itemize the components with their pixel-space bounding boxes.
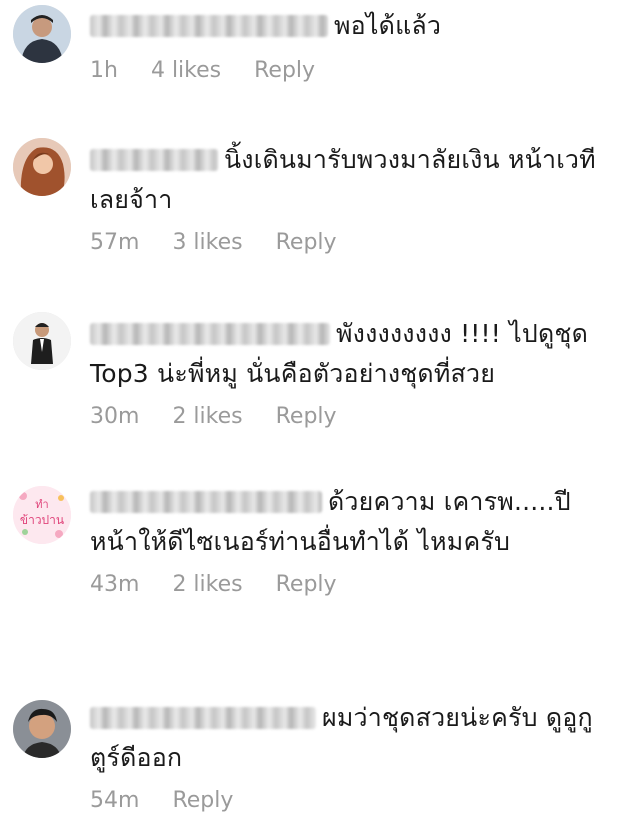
comment-timestamp: 30m	[90, 404, 140, 429]
comment-text: ด้วยความ เคารพ.....ปีหน้าให้ดีไซเนอร์ท่า…	[90, 487, 571, 556]
comment-timestamp: 54m	[90, 788, 140, 813]
avatar[interactable]	[13, 312, 71, 370]
comment-text: พังงงงงงงง !!!! ไปดูชุด Top3 น่ะพี่หมู น…	[90, 319, 588, 388]
blurred-username[interactable]	[90, 707, 316, 729]
avatar[interactable]	[13, 5, 71, 63]
sticker-text-bottom: ข้าวปาน	[20, 513, 64, 527]
reply-button[interactable]: Reply	[276, 230, 337, 255]
blurred-username[interactable]	[90, 491, 322, 513]
comment-meta: 54m Reply	[90, 788, 610, 818]
likes-count[interactable]: 4 likes	[151, 58, 221, 83]
blurred-username[interactable]	[90, 149, 218, 171]
avatar[interactable]	[13, 138, 71, 196]
reply-button[interactable]: Reply	[254, 58, 315, 83]
sticker-avatar-icon: ทำ ข้าวปาน	[13, 486, 71, 544]
comment-text: ผมว่าชุดสวยน่ะครับ ดูอูกูตูร์ดีออก	[90, 703, 593, 772]
comment-text: นิ้งเดินมารับพวงมาลัยเงิน หน้าเวทีเลยจ้า…	[90, 145, 596, 214]
user-avatar-icon	[13, 138, 71, 196]
user-avatar-icon	[13, 312, 71, 370]
likes-count[interactable]: 2 likes	[172, 572, 242, 597]
comment-timestamp: 43m	[90, 572, 140, 597]
blurred-username[interactable]	[90, 15, 328, 37]
reply-button[interactable]: Reply	[276, 404, 337, 429]
comment-meta: 30m 2 likes Reply	[90, 404, 610, 434]
comment-text: พอได้แล้ว	[90, 6, 610, 46]
blurred-username[interactable]	[90, 323, 330, 345]
avatar[interactable]	[13, 700, 71, 758]
reply-button[interactable]: Reply	[172, 788, 233, 813]
user-avatar-icon	[13, 5, 71, 63]
likes-count[interactable]: 3 likes	[172, 230, 242, 255]
comment-timestamp: 1h	[90, 58, 118, 83]
sticker-text-top: ทำ	[35, 498, 48, 511]
reply-button[interactable]: Reply	[276, 572, 337, 597]
comment-meta: 1h 4 likes Reply	[90, 58, 610, 88]
user-avatar-icon	[13, 700, 71, 758]
comment-timestamp: 57m	[90, 230, 140, 255]
comment-meta: 57m 3 likes Reply	[90, 230, 610, 260]
avatar[interactable]: ทำ ข้าวปาน	[13, 486, 71, 544]
likes-count[interactable]: 2 likes	[172, 404, 242, 429]
comment-meta: 43m 2 likes Reply	[90, 572, 610, 602]
